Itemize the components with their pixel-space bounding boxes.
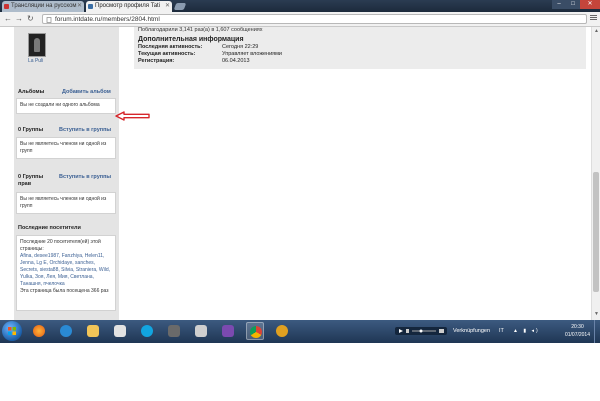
rights-groups-heading: 0 Группы прав <box>18 174 44 187</box>
visitors-count-text: Эта страница была посещена 366 раз <box>20 288 109 294</box>
info-label: Текущая активность: <box>138 51 196 57</box>
thanks-text: Поблагодарили 3,141 раз(а) в 1,607 сообщ… <box>138 27 263 33</box>
language-indicator[interactable]: IT <box>499 328 504 334</box>
menu-icon[interactable] <box>590 15 597 21</box>
info-value: Управляет вложениями <box>222 51 282 57</box>
albums-empty-text: Вы не создали ни одного альбома <box>20 102 100 108</box>
web-page: La Puli Альбомы Добавить альбом Вы не со… <box>0 27 600 320</box>
groups-panel: Вы не являетесь членом ни одной из групп <box>16 137 116 159</box>
additional-info-title: Дополнительная информация <box>138 36 244 43</box>
page-scrollbar[interactable]: ▲ ▼ <box>591 27 600 320</box>
skype-taskbar-icon[interactable] <box>138 322 156 340</box>
rights-groups-panel: Вы не являетесь членом ни одной из групп <box>16 192 116 214</box>
tab-title: Просмотр профиля Tati <box>95 3 161 9</box>
profile-sidebar: La Puli Альбомы Добавить альбом Вы не со… <box>14 27 119 320</box>
window-controls: – □ ✕ <box>552 0 600 9</box>
show-desktop-button[interactable] <box>594 320 600 343</box>
windows-logo-icon <box>8 327 16 335</box>
clock-date: 01/07/2014 <box>564 332 590 338</box>
scroll-thumb[interactable] <box>593 172 599 292</box>
browser-tab-bar: Трансляции на русском ✕ Просмотр профиля… <box>0 0 600 12</box>
profile-photo[interactable] <box>28 33 46 57</box>
favicon-icon <box>88 4 93 9</box>
join-groups-link[interactable]: Вступить в группы <box>59 127 111 134</box>
clock-time: 20:30 <box>571 324 584 330</box>
join-rights-groups-link[interactable]: Вступить в группы <box>59 174 111 181</box>
forward-icon[interactable]: → <box>15 14 23 24</box>
globe-taskbar-icon[interactable] <box>273 322 291 340</box>
app-taskbar-icon[interactable] <box>111 322 129 340</box>
profile-main: Поблагодарили 3,141 раз(а) в 1,607 сообщ… <box>120 27 590 320</box>
new-tab-button[interactable] <box>173 3 187 10</box>
browser-toolbar: ← → ↻ forum.intdate.ru/members/2804.html <box>0 12 600 27</box>
visitor-links[interactable]: Afina, desee1987, Fanzhiya, Helen11, Jen… <box>20 253 110 287</box>
friend-name-link[interactable]: La Puli <box>28 58 43 64</box>
screen: Трансляции на русском ✕ Просмотр профиля… <box>0 0 600 343</box>
groups-empty-text: Вы не являетесь членом ни одной из групп <box>20 141 107 154</box>
chrome-taskbar-icon[interactable] <box>246 322 264 340</box>
albums-panel: Вы не создали ни одного альбома <box>16 98 116 114</box>
maximize-icon[interactable]: □ <box>566 0 580 9</box>
additional-info-panel: Поблагодарили 3,141 раз(а) в 1,607 сообщ… <box>134 27 586 69</box>
browser-tab[interactable]: Трансляции на русском ✕ <box>2 1 84 12</box>
address-text: forum.intdate.ru/members/2804.html <box>55 16 160 23</box>
app-taskbar-icon[interactable] <box>219 322 237 340</box>
address-bar[interactable]: forum.intdate.ru/members/2804.html <box>42 14 587 24</box>
info-label: Последняя активность: <box>138 44 203 50</box>
clock[interactable]: 20:30 01/07/2014 <box>565 323 590 339</box>
firefox-taskbar-icon[interactable] <box>30 322 48 340</box>
info-value: 06.04.2013 <box>222 58 250 64</box>
close-tab-icon[interactable]: ✕ <box>165 1 170 12</box>
back-icon[interactable]: ← <box>4 14 12 24</box>
minimize-icon[interactable]: – <box>552 0 566 9</box>
start-button[interactable] <box>2 321 22 341</box>
tab-title: Трансляции на русском <box>11 3 77 9</box>
visitors-panel: Последние 20 посетителя(ей) этой страниц… <box>16 235 116 311</box>
app-taskbar-icon[interactable] <box>192 322 210 340</box>
explorer-taskbar-icon[interactable] <box>84 322 102 340</box>
reload-icon[interactable]: ↻ <box>27 14 34 24</box>
scroll-up-icon[interactable]: ▲ <box>594 28 599 34</box>
browser-tab-active[interactable]: Просмотр профиля Tati ✕ <box>86 1 172 12</box>
info-value: Сегодня 22:29 <box>222 44 259 50</box>
page-icon <box>46 17 52 23</box>
close-window-icon[interactable]: ✕ <box>580 0 600 9</box>
media-player-taskbar-icon[interactable] <box>165 322 183 340</box>
rights-groups-empty-text: Вы не являетесь членом ни одной из групп <box>20 196 107 209</box>
visitors-heading: Последние посетители <box>18 225 81 231</box>
info-label: Регистрация: <box>138 58 175 64</box>
system-tray: Verknüpfungen IT ▲ ▮ ◂) 20:30 01/07/2014 <box>395 320 600 343</box>
favicon-icon <box>4 4 9 9</box>
media-controls-icon[interactable] <box>395 326 447 336</box>
windows-taskbar: Verknüpfungen IT ▲ ▮ ◂) 20:30 01/07/2014 <box>0 320 600 343</box>
add-album-link[interactable]: Добавить альбом <box>62 89 111 96</box>
tray-icons[interactable]: ▲ ▮ ◂) <box>513 328 540 334</box>
close-tab-icon[interactable]: ✕ <box>77 1 82 12</box>
visitors-intro: Последние 20 посетителя(ей) этой страниц… <box>20 239 101 252</box>
ie-taskbar-icon[interactable] <box>57 322 75 340</box>
tray-toolbar-label[interactable]: Verknüpfungen <box>453 328 490 334</box>
scroll-down-icon[interactable]: ▼ <box>594 311 599 317</box>
